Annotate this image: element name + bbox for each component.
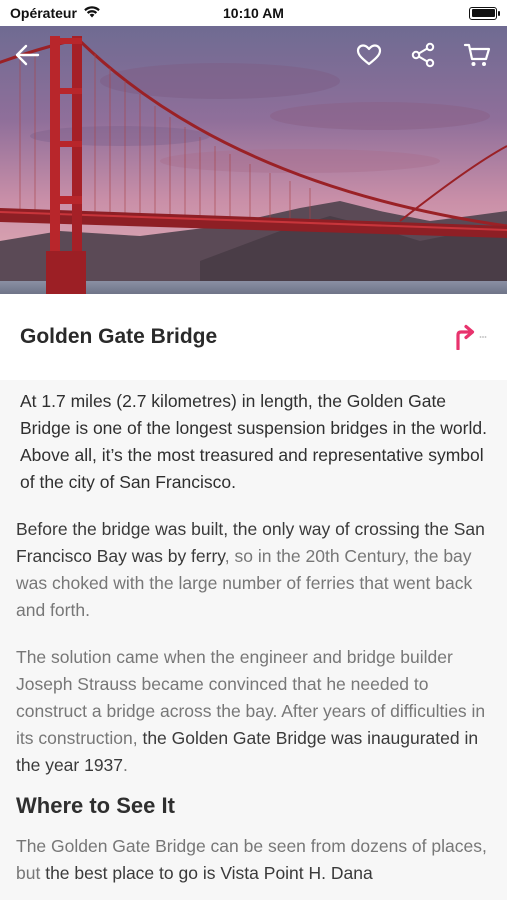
battery-icon [469, 6, 500, 20]
body-text: . [123, 755, 128, 775]
turn-right-arrow-icon [456, 324, 475, 350]
highlight-text: the best place to go is Vista Point H. D… [45, 863, 373, 883]
heart-icon [356, 44, 382, 66]
section-heading: Where to See It [16, 793, 175, 818]
page-title: Golden Gate Bridge [20, 325, 218, 348]
share-button[interactable] [406, 38, 440, 72]
status-left: Opérateur [10, 5, 101, 21]
wifi-icon [83, 5, 101, 21]
history-paragraph: Before the bridge was built, the only wa… [0, 496, 507, 624]
cart-button[interactable] [460, 38, 494, 72]
share-icon [411, 42, 435, 68]
directions-button[interactable] [453, 324, 487, 350]
favorite-button[interactable] [352, 38, 386, 72]
hero-image [0, 26, 507, 294]
more-dots-icon [479, 336, 487, 338]
construction-paragraph: The solution came when the engineer and … [0, 624, 507, 779]
lead-paragraph: At 1.7 miles (2.7 kilometres) in length,… [20, 391, 487, 492]
arrow-left-icon [15, 44, 40, 66]
carrier-label: Opérateur [10, 5, 77, 21]
back-button[interactable] [10, 38, 44, 72]
article: At 1.7 miles (2.7 kilometres) in length,… [0, 380, 507, 887]
title-bar: Golden Gate Bridge [0, 294, 507, 380]
status-bar: Opérateur 10:10 AM [0, 0, 507, 26]
where-to-see-paragraph: The Golden Gate Bridge can be seen from … [0, 819, 507, 887]
cart-icon [463, 43, 491, 66]
